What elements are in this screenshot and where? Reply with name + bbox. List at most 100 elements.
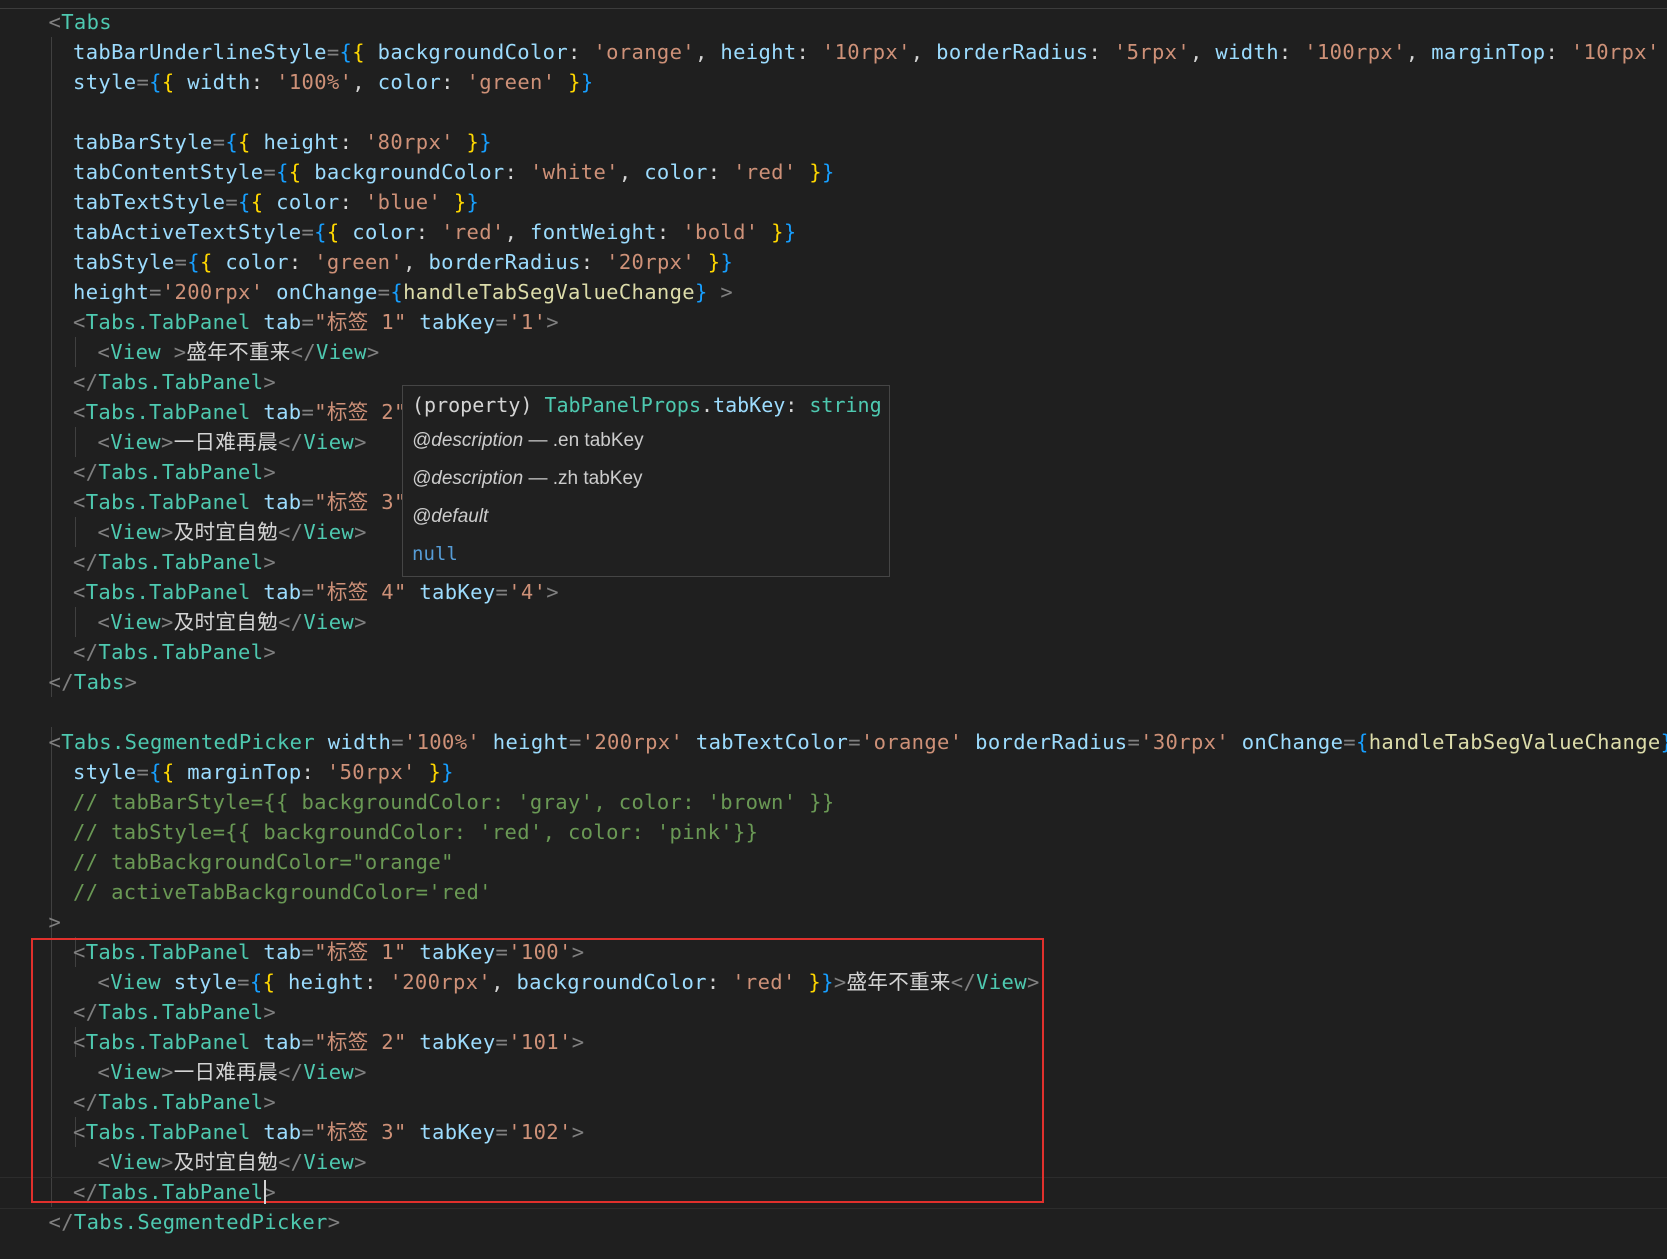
code-token: </	[48, 1210, 74, 1234]
code-token: 'orange'	[593, 40, 695, 64]
code-token: View	[110, 520, 161, 544]
code-token: '200rpx'	[581, 730, 684, 754]
code-line: >	[49, 907, 62, 937]
code-token: tabTextStyle	[73, 190, 226, 214]
code-token: Tabs.TabPanel	[98, 550, 264, 574]
code-token: '200rpx'	[161, 280, 264, 304]
code-token: :	[707, 160, 734, 184]
code-line: tabBarStyle={{ height: '80rpx' }}	[73, 127, 492, 157]
code-token: handleTabSegValueChange	[403, 280, 695, 304]
code-token: }	[428, 760, 442, 784]
code-token: {	[238, 130, 251, 154]
code-token: width	[187, 70, 251, 94]
code-token: tab	[263, 580, 302, 604]
code-token: 'green'	[466, 70, 556, 94]
code-token: =	[149, 280, 162, 304]
code-token: =	[225, 190, 239, 214]
signature-token: tabKey	[713, 393, 786, 417]
code-token: 'orange'	[860, 730, 963, 754]
code-token: 一日难再晨	[173, 430, 278, 454]
code-token: View	[316, 340, 367, 364]
code-token: <	[97, 610, 111, 634]
code-line: <Tabs.TabPanel tab="标签 1" tabKey='1'>	[73, 307, 559, 337]
red-annotation-box	[31, 938, 1044, 1203]
code-editor[interactable]: <Tabs tabBarUnderlineStyle={{ backgroundC…	[0, 0, 1667, 1259]
code-token: >	[354, 430, 367, 454]
code-line: <View >盛年不重来</View>	[98, 337, 380, 367]
code-token: =	[391, 730, 404, 754]
code-token: }	[707, 250, 721, 274]
code-token: ,	[618, 160, 645, 184]
code-token: =	[301, 490, 315, 514]
code-token: :	[504, 160, 530, 184]
code-token: ,	[403, 250, 429, 274]
code-token: ,	[1190, 40, 1216, 64]
code-token: {	[1355, 730, 1369, 754]
code-token: >	[354, 610, 367, 634]
code-token: '30rpx'	[1140, 730, 1230, 754]
code-token: {	[352, 40, 365, 64]
code-token: tabBarStyle	[73, 130, 213, 154]
code-token: '10rpx'	[821, 40, 911, 64]
code-token: =	[495, 310, 509, 334]
code-token: =	[301, 400, 315, 424]
code-line: tabContentStyle={{ backgroundColor: 'whi…	[73, 157, 835, 187]
code-token: </	[48, 670, 74, 694]
code-token: '80rpx'	[364, 130, 454, 154]
code-token: // tabStyle={{ backgroundColor: 'red', c…	[73, 820, 759, 844]
code-token: <	[48, 10, 62, 34]
code-token: tab	[263, 310, 302, 334]
code-token: '10rpx'	[1570, 40, 1660, 64]
code-token: {	[161, 760, 175, 784]
code-token: Tabs.SegmentedPicker	[73, 1210, 328, 1234]
code-token: >	[327, 1210, 341, 1234]
code-token: =	[1127, 730, 1141, 754]
code-token: >	[173, 340, 187, 364]
code-token: >	[124, 670, 138, 694]
code-token: onChange	[1241, 730, 1344, 754]
code-token: </	[290, 340, 317, 364]
code-token: onChange	[276, 280, 378, 304]
code-line: </Tabs.TabPanel>	[73, 637, 276, 667]
code-line: // tabBarStyle={{ backgroundColor: 'gray…	[73, 787, 835, 817]
code-line: // tabStyle={{ backgroundColor: 'red', c…	[73, 817, 758, 847]
indent-guide	[75, 607, 76, 637]
code-token: {	[276, 160, 289, 184]
code-token: <	[73, 310, 86, 334]
code-token: >	[366, 340, 380, 364]
code-token: 'white'	[529, 160, 619, 184]
code-token: =	[136, 70, 150, 94]
code-token: 及时宜自勉	[173, 610, 278, 634]
code-token: </	[73, 640, 99, 664]
code-token: =	[301, 310, 315, 334]
code-token: </	[277, 520, 304, 544]
code-line: <Tabs.TabPanel tab="标签 2"	[73, 397, 407, 427]
code-token: {	[225, 130, 239, 154]
code-token: :	[339, 190, 365, 214]
code-token: {	[238, 190, 251, 214]
code-token: width	[327, 730, 392, 754]
code-token: }	[441, 760, 454, 784]
code-token: tabStyle	[73, 250, 175, 274]
indent-guide	[75, 517, 76, 547]
code-token: {	[149, 760, 162, 784]
code-token: View	[110, 610, 161, 634]
code-token: >	[546, 310, 559, 334]
code-token: =	[495, 580, 509, 604]
code-token: {	[161, 70, 175, 94]
code-token: Tabs	[73, 670, 125, 694]
code-token: '4'	[508, 580, 547, 604]
code-token: marginTop	[187, 760, 302, 784]
code-token: >	[160, 610, 174, 634]
code-token: >	[160, 520, 174, 544]
code-token: Tabs	[61, 10, 112, 34]
code-token: marginTop	[1431, 40, 1546, 64]
